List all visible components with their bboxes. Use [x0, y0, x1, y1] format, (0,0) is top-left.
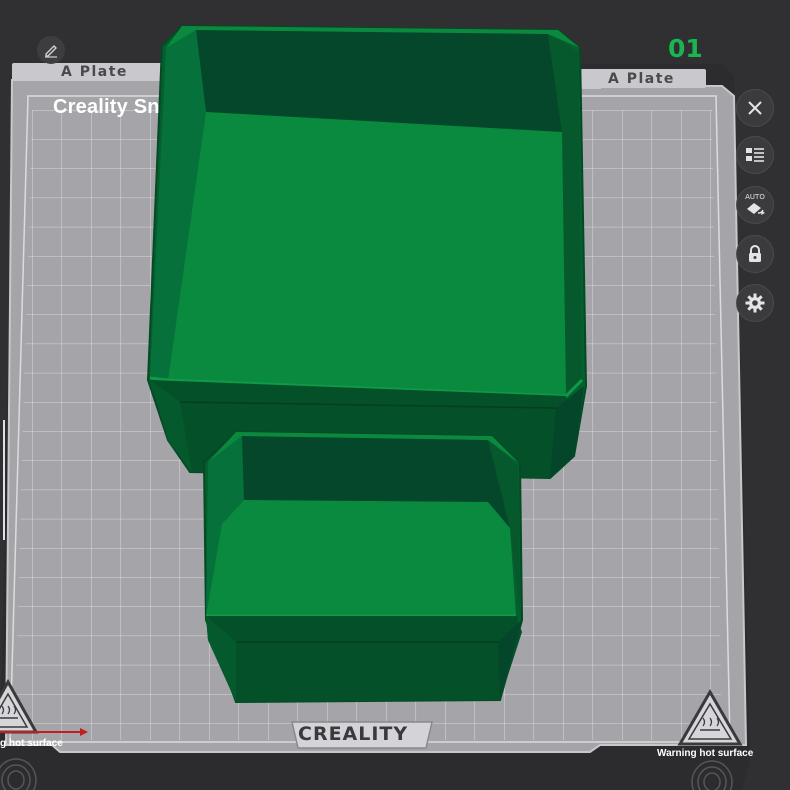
auto-arrange-icon — [747, 203, 765, 215]
edit-plate-name-button[interactable] — [37, 36, 65, 64]
close-icon — [748, 101, 762, 115]
plate-settings-button[interactable] — [736, 284, 774, 322]
build-plate-viewport[interactable]: A Plate A Plate Creality Sn 01 AUTO CREA… — [0, 0, 790, 790]
auto-badge: AUTO — [745, 193, 765, 201]
pencil-icon — [45, 45, 57, 58]
warning-label-right: Warning hot surface — [657, 748, 754, 759]
gear-icon — [745, 293, 765, 313]
small-tray-model[interactable] — [202, 430, 524, 704]
bed-logo-text: CREALITY — [298, 723, 409, 745]
list-icon — [746, 148, 764, 162]
auto-orient-button[interactable]: AUTO — [736, 186, 774, 224]
warning-label-left: g hot surface — [0, 738, 63, 749]
lock-icon — [749, 245, 761, 262]
close-plate-button[interactable] — [736, 89, 774, 127]
plate-tab-left-label: A Plate — [61, 64, 128, 80]
plate-tab-right-label: A Plate — [608, 71, 675, 87]
plate-title: Creality Sn — [53, 96, 160, 118]
lock-plate-button[interactable] — [736, 235, 774, 273]
plate-number: 01 — [668, 34, 703, 63]
object-list-button[interactable] — [736, 136, 774, 174]
large-tray-model[interactable] — [146, 24, 588, 480]
